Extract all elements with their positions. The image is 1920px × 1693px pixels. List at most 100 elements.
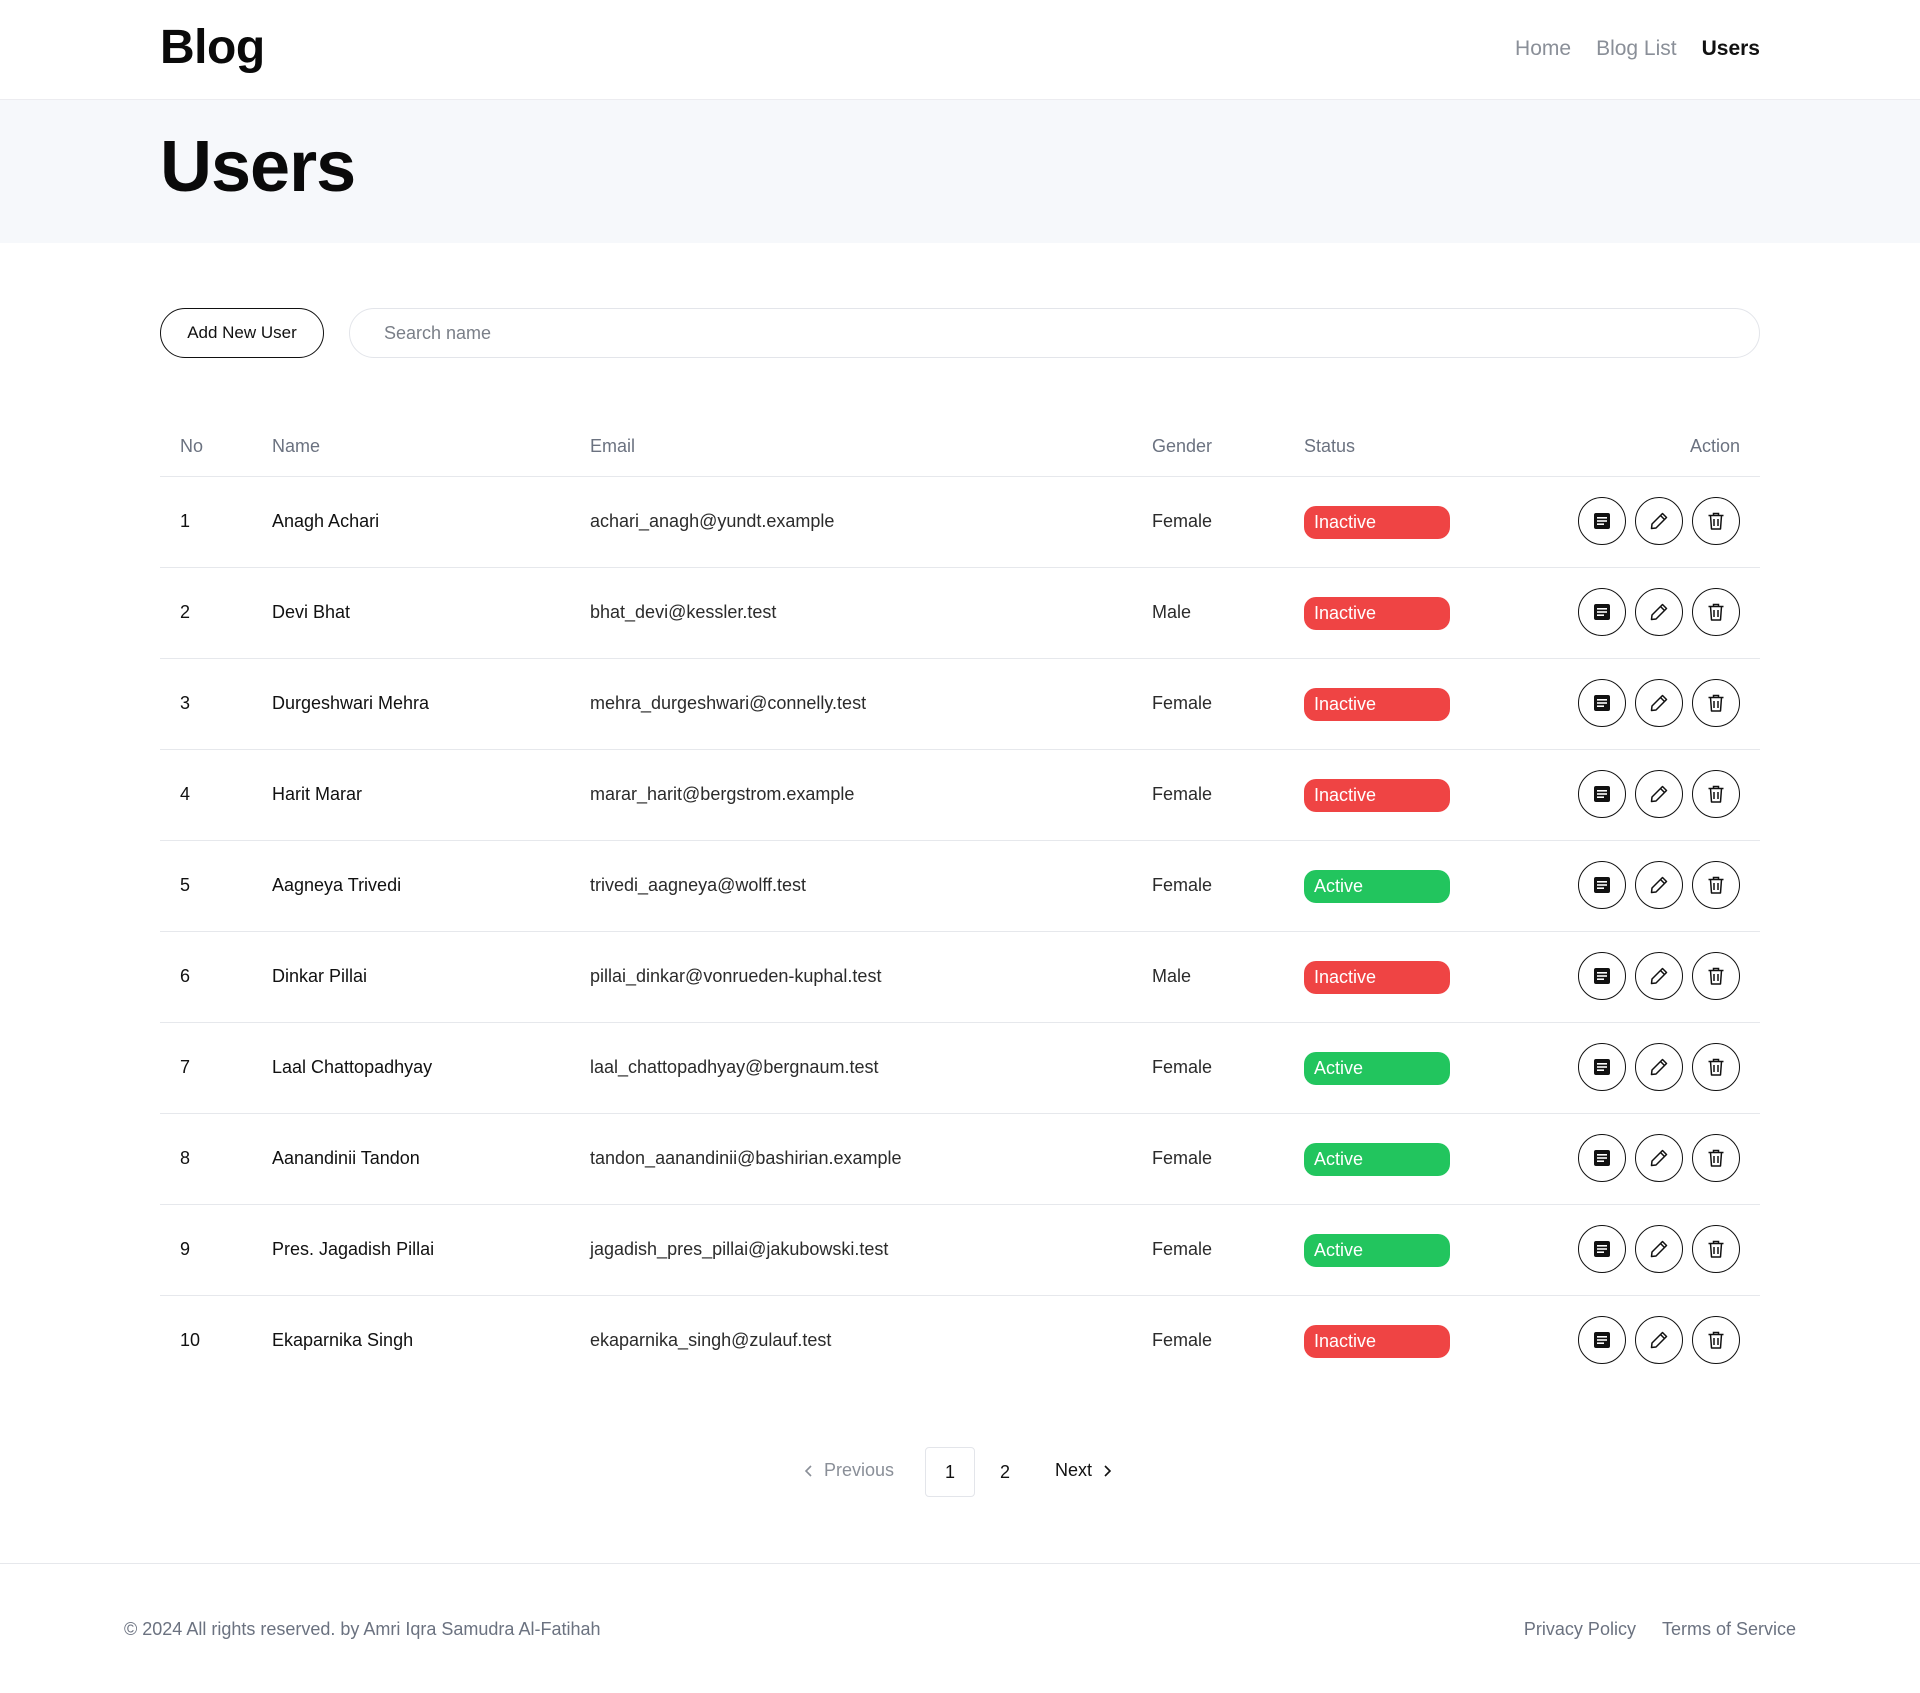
table-row: 5 Aagneya Trivedi trivedi_aagneya@wolff.te…	[160, 841, 1760, 932]
edit-button[interactable]	[1635, 1043, 1683, 1091]
edit-pencil-icon	[1647, 600, 1671, 624]
status-badge: Inactive	[1304, 1325, 1450, 1358]
terms-of-service-link[interactable]: Terms of Service	[1662, 1619, 1796, 1640]
table-row: 10 Ekaparnika Singh ekaparnika_singh@zulau…	[160, 1296, 1760, 1387]
delete-button[interactable]	[1692, 679, 1740, 727]
user-gender: Female	[1152, 693, 1213, 713]
table-row: 8 Aanandinii Tandon tandon_aanandinii@bash…	[160, 1114, 1760, 1205]
status-badge: Inactive	[1304, 506, 1450, 539]
edit-pencil-icon	[1647, 873, 1671, 897]
user-gender: Male	[1152, 966, 1192, 986]
row-number: 2	[180, 602, 191, 622]
page-1-button[interactable]: 1	[925, 1447, 975, 1497]
row-actions	[1578, 1316, 1740, 1364]
toolbar: Add New User	[160, 308, 1760, 358]
view-detail-button[interactable]	[1578, 952, 1626, 1000]
detail-icon	[1590, 964, 1614, 988]
view-detail-button[interactable]	[1578, 497, 1626, 545]
view-detail-button[interactable]	[1578, 1225, 1626, 1273]
edit-pencil-icon	[1647, 782, 1671, 806]
row-number: 7	[180, 1057, 191, 1077]
delete-button[interactable]	[1692, 588, 1740, 636]
trash-icon	[1704, 873, 1728, 897]
view-detail-button[interactable]	[1578, 770, 1626, 818]
edit-button[interactable]	[1635, 1225, 1683, 1273]
copyright-text: © 2024 All rights reserved. by Amri Iqra…	[124, 1619, 601, 1639]
view-detail-button[interactable]	[1578, 861, 1626, 909]
nav-blog-list[interactable]: Blog List	[1596, 37, 1677, 61]
privacy-policy-link[interactable]: Privacy Policy	[1524, 1619, 1636, 1640]
delete-button[interactable]	[1692, 1043, 1740, 1091]
edit-pencil-icon	[1647, 1146, 1671, 1170]
delete-button[interactable]	[1692, 1225, 1740, 1273]
row-actions	[1578, 770, 1740, 818]
row-number: 10	[180, 1330, 201, 1350]
delete-button[interactable]	[1692, 497, 1740, 545]
next-page-button[interactable]: Next	[1055, 1460, 1114, 1481]
nav-home[interactable]: Home	[1515, 37, 1571, 61]
column-header-email: Email	[590, 436, 636, 456]
edit-button[interactable]	[1635, 497, 1683, 545]
status-badge: Active	[1304, 870, 1450, 903]
user-email: achari_anagh@yundt.example	[590, 511, 835, 531]
user-gender: Female	[1152, 1148, 1213, 1168]
table-row: 7 Laal Chattopadhyay laal_chattopadhyay@be…	[160, 1023, 1760, 1114]
detail-icon	[1590, 600, 1614, 624]
delete-button[interactable]	[1692, 952, 1740, 1000]
delete-button[interactable]	[1692, 770, 1740, 818]
previous-page-button[interactable]: Previous	[802, 1460, 894, 1481]
trash-icon	[1704, 509, 1728, 533]
pagination: Previous 1 2 Next	[0, 1447, 1920, 1499]
page-2-button[interactable]: 2	[980, 1447, 1030, 1497]
detail-icon	[1590, 1237, 1614, 1261]
row-actions	[1578, 1134, 1740, 1182]
delete-button[interactable]	[1692, 861, 1740, 909]
row-actions	[1578, 952, 1740, 1000]
edit-pencil-icon	[1647, 1328, 1671, 1352]
delete-button[interactable]	[1692, 1134, 1740, 1182]
next-label: Next	[1055, 1460, 1093, 1480]
view-detail-button[interactable]	[1578, 679, 1626, 727]
user-email: ekaparnika_singh@zulauf.test	[590, 1330, 832, 1350]
view-detail-button[interactable]	[1578, 588, 1626, 636]
nav-users[interactable]: Users	[1702, 37, 1760, 61]
view-detail-button[interactable]	[1578, 1043, 1626, 1091]
user-gender: Female	[1152, 875, 1213, 895]
row-number: 1	[180, 511, 191, 531]
footer-links: Privacy Policy Terms of Service	[1524, 1619, 1796, 1640]
delete-button[interactable]	[1692, 1316, 1740, 1364]
row-actions	[1578, 588, 1740, 636]
edit-button[interactable]	[1635, 1134, 1683, 1182]
user-gender: Female	[1152, 784, 1213, 804]
detail-icon	[1590, 1146, 1614, 1170]
trash-icon	[1704, 1328, 1728, 1352]
user-email: pillai_dinkar@vonrueden-kuphal.test	[590, 966, 882, 986]
previous-label: Previous	[824, 1460, 895, 1480]
search-input[interactable]	[349, 308, 1760, 358]
edit-button[interactable]	[1635, 679, 1683, 727]
trash-icon	[1704, 1237, 1728, 1261]
view-detail-button[interactable]	[1578, 1316, 1626, 1364]
row-actions	[1578, 1043, 1740, 1091]
edit-button[interactable]	[1635, 770, 1683, 818]
user-gender: Female	[1152, 511, 1213, 531]
edit-button[interactable]	[1635, 1316, 1683, 1364]
user-email: tandon_aanandinii@bashirian.example	[590, 1148, 902, 1168]
add-new-user-button[interactable]: Add New User	[160, 308, 324, 358]
site-logo[interactable]: Blog	[160, 20, 265, 75]
edit-pencil-icon	[1647, 964, 1671, 988]
page-title: Users	[160, 127, 356, 207]
site-footer: © 2024 All rights reserved. by Amri Iqra…	[0, 1563, 1920, 1693]
row-number: 8	[180, 1148, 191, 1168]
view-detail-button[interactable]	[1578, 1134, 1626, 1182]
detail-icon	[1590, 873, 1614, 897]
row-number: 6	[180, 966, 191, 986]
edit-button[interactable]	[1635, 861, 1683, 909]
column-header-status: Status	[1304, 436, 1356, 456]
edit-button[interactable]	[1635, 588, 1683, 636]
status-badge: Inactive	[1304, 779, 1450, 812]
detail-icon	[1590, 691, 1614, 715]
column-header-no: No	[180, 436, 204, 456]
edit-button[interactable]	[1635, 952, 1683, 1000]
table-body: 1 Anagh Achari achari_anagh@yundt.example F…	[160, 477, 1760, 1387]
